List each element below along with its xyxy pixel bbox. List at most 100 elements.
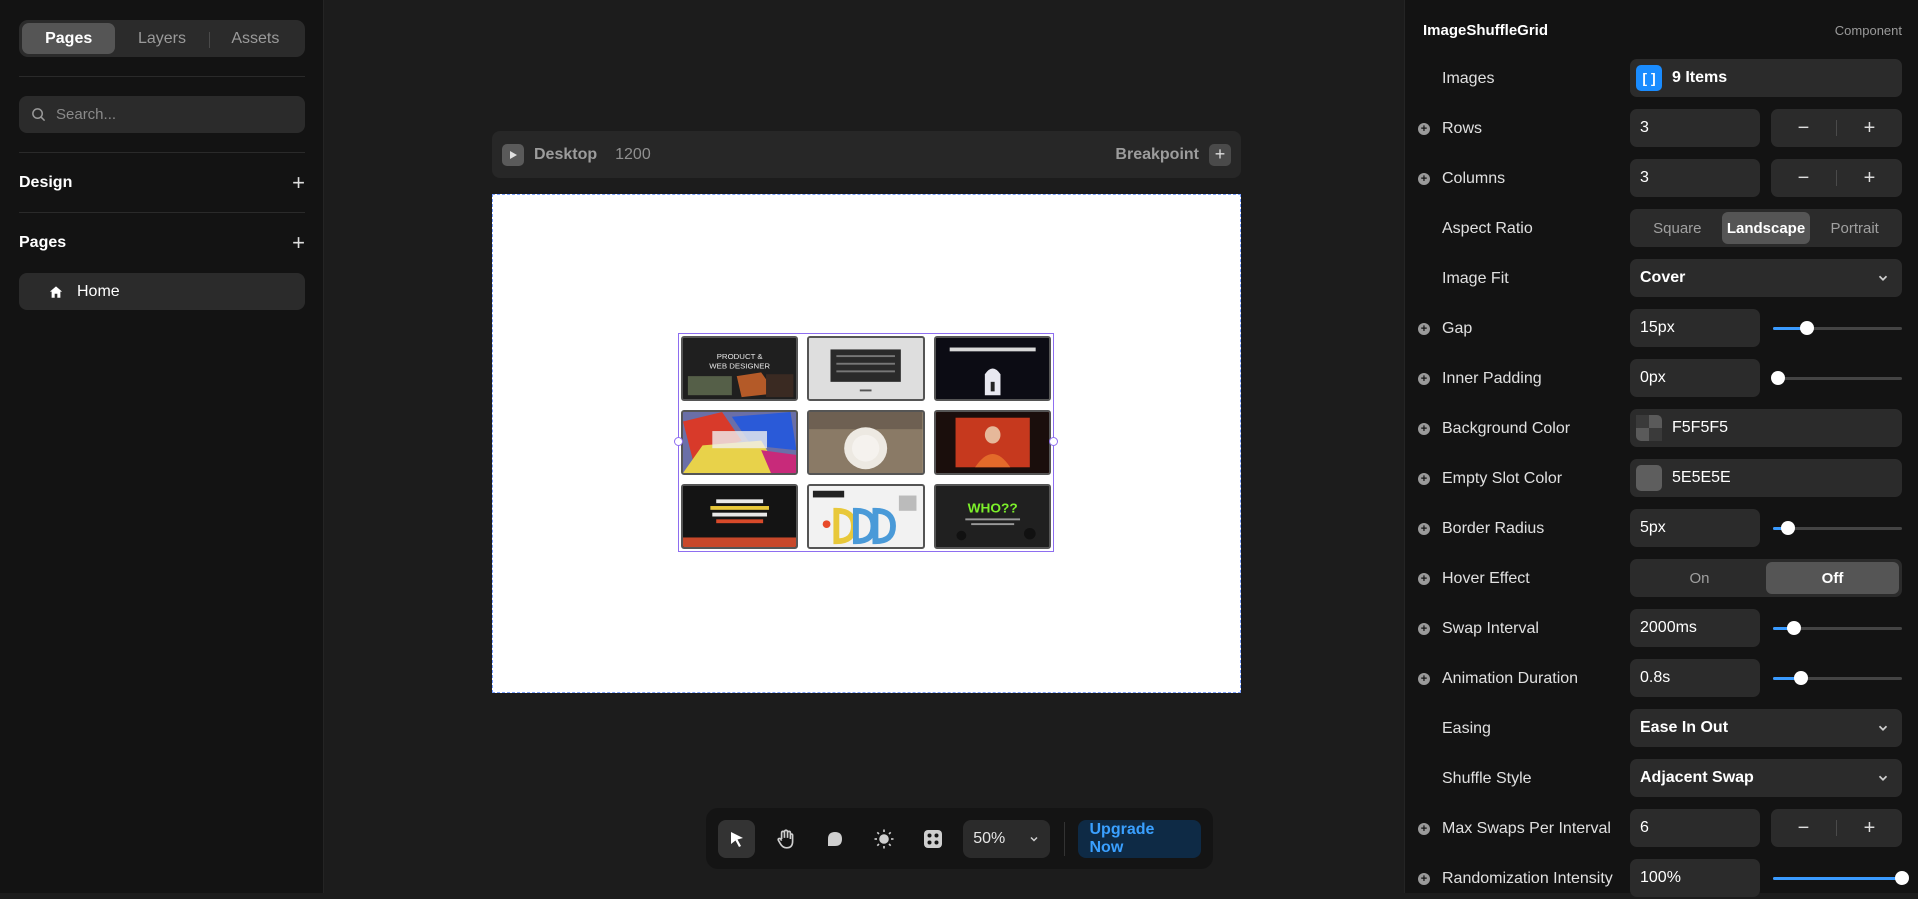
prop-animation-duration: + Animation Duration 0.8s <box>1405 659 1918 699</box>
divider <box>19 152 305 153</box>
background-color-field[interactable]: F5F5F5 <box>1630 409 1902 447</box>
aspect-portrait-option[interactable]: Portrait <box>1810 212 1899 244</box>
columns-input[interactable]: 3 <box>1630 159 1760 197</box>
randomization-slider[interactable] <box>1773 871 1909 885</box>
color-swatch[interactable] <box>1636 415 1662 441</box>
shuffle-style-select[interactable]: Adjacent Swap <box>1630 759 1902 797</box>
thumbnail-gallery <box>809 338 923 399</box>
tab-pages[interactable]: Pages <box>22 23 116 54</box>
tab-assets[interactable]: Assets <box>208 23 302 54</box>
border-radius-slider[interactable] <box>1773 521 1902 535</box>
slider-knob[interactable] <box>1794 671 1809 685</box>
hand-tool[interactable] <box>767 820 804 858</box>
plus-circle-icon[interactable]: + <box>1418 623 1430 635</box>
color-swatch[interactable] <box>1636 465 1662 491</box>
image-fit-select[interactable]: Cover <box>1630 259 1902 297</box>
increment-button[interactable]: + <box>1837 117 1902 140</box>
search-input[interactable]: Search... <box>19 96 305 133</box>
add-design-icon[interactable]: + <box>292 172 305 194</box>
resize-handle-left[interactable] <box>674 437 683 446</box>
bottom-toolbar: 50% Upgrade Now <box>706 808 1213 869</box>
grid-image[interactable] <box>933 410 1051 475</box>
tab-layers[interactable]: Layers <box>115 23 208 54</box>
prop-label: Inner Padding <box>1442 370 1542 387</box>
plus-circle-icon[interactable]: + <box>1418 123 1430 135</box>
grid-image[interactable] <box>807 336 925 401</box>
select-value: Ease In Out <box>1640 719 1729 736</box>
swap-interval-slider[interactable] <box>1773 621 1902 635</box>
plus-circle-icon[interactable]: + <box>1418 323 1430 335</box>
empty-slot-color-field[interactable]: 5E5E5E <box>1630 459 1902 497</box>
prop-hover-effect: + Hover Effect On Off <box>1405 559 1918 599</box>
grid-image[interactable]: WHO?? <box>933 484 1051 549</box>
slider-knob[interactable] <box>1771 371 1786 385</box>
aspect-landscape-option[interactable]: Landscape <box>1721 212 1811 244</box>
plus-circle-icon[interactable]: + <box>1418 473 1430 485</box>
preview-play-button[interactable] <box>502 143 524 166</box>
prop-columns: + Columns 3 − + <box>1405 159 1918 199</box>
plus-circle-icon[interactable]: + <box>1418 873 1430 885</box>
decrement-button[interactable]: − <box>1771 117 1836 140</box>
plus-circle-icon[interactable]: + <box>1418 573 1430 585</box>
plus-circle-icon[interactable]: + <box>1418 423 1430 435</box>
plus-circle-icon[interactable]: + <box>1418 673 1430 685</box>
plus-circle-icon[interactable]: + <box>1418 173 1430 185</box>
add-breakpoint-button[interactable]: + <box>1209 143 1231 166</box>
images-field[interactable]: [ ] 9 Items <box>1630 59 1902 97</box>
prop-background-color: + Background Color F5F5F5 <box>1405 409 1918 449</box>
rows-input[interactable]: 3 <box>1630 109 1760 147</box>
slider-knob[interactable] <box>1786 621 1801 635</box>
plus-circle-icon[interactable]: + <box>1418 823 1430 835</box>
svg-text:WHO??: WHO?? <box>967 501 1017 516</box>
grid-image[interactable] <box>933 336 1051 401</box>
grid-image[interactable] <box>681 410 799 475</box>
gap-input[interactable]: 15px <box>1630 309 1760 347</box>
upgrade-button[interactable]: Upgrade Now <box>1078 819 1202 858</box>
zoom-select[interactable]: 50% <box>963 819 1050 858</box>
color-value: F5F5F5 <box>1672 419 1729 436</box>
inner-padding-slider[interactable] <box>1771 371 1902 385</box>
add-page-icon[interactable]: + <box>292 232 305 254</box>
thumbnail-red-portrait <box>935 412 1049 473</box>
design-section: Design + <box>19 172 305 194</box>
increment-button[interactable]: + <box>1837 817 1902 840</box>
theme-toggle[interactable] <box>865 820 902 858</box>
search-placeholder: Search... <box>56 106 117 123</box>
grid-image[interactable]: PRODUCT & WEB DESIGNER <box>681 336 799 401</box>
prop-label: Background Color <box>1442 420 1571 437</box>
grid-image[interactable] <box>807 484 925 549</box>
page-item-home[interactable]: Home <box>19 273 305 310</box>
aspect-ratio-segmented: Square Landscape Portrait <box>1630 209 1902 247</box>
decrement-button[interactable]: − <box>1771 167 1836 190</box>
max-swaps-input[interactable]: 6 <box>1630 809 1760 847</box>
thumbnail-dark-type <box>683 486 797 547</box>
slider-knob[interactable] <box>1895 871 1909 885</box>
grid-image[interactable] <box>681 484 799 549</box>
comment-tool[interactable] <box>816 820 853 858</box>
hover-off-option[interactable]: Off <box>1766 562 1899 594</box>
prop-label: Images <box>1442 70 1495 87</box>
prop-aspect-ratio: Aspect Ratio Square Landscape Portrait <box>1405 209 1918 249</box>
grid-image[interactable] <box>807 410 925 475</box>
increment-button[interactable]: + <box>1837 167 1902 190</box>
border-radius-input[interactable]: 5px <box>1630 509 1760 547</box>
slider-knob[interactable] <box>1781 521 1796 535</box>
image-shuffle-grid[interactable]: PRODUCT & WEB DESIGNER WHO?? <box>678 333 1054 552</box>
plus-circle-icon[interactable]: + <box>1418 373 1430 385</box>
slider-knob[interactable] <box>1799 321 1814 335</box>
resize-handle-right[interactable] <box>1049 437 1058 446</box>
easing-select[interactable]: Ease In Out <box>1630 709 1902 747</box>
select-tool[interactable] <box>718 819 756 858</box>
hover-on-option[interactable]: On <box>1633 562 1766 594</box>
animation-duration-slider[interactable] <box>1773 671 1902 685</box>
animation-duration-input[interactable]: 0.8s <box>1630 659 1760 697</box>
swap-interval-input[interactable]: 2000ms <box>1630 609 1760 647</box>
randomization-input[interactable]: 100% <box>1630 859 1760 897</box>
aspect-square-option[interactable]: Square <box>1633 212 1722 244</box>
decrement-button[interactable]: − <box>1771 817 1836 840</box>
plus-circle-icon[interactable]: + <box>1418 523 1430 535</box>
components-tool[interactable] <box>914 820 951 858</box>
gap-slider[interactable] <box>1773 321 1902 335</box>
inner-padding-input[interactable]: 0px <box>1630 359 1760 397</box>
thumbnail-dark-arch <box>935 338 1049 399</box>
